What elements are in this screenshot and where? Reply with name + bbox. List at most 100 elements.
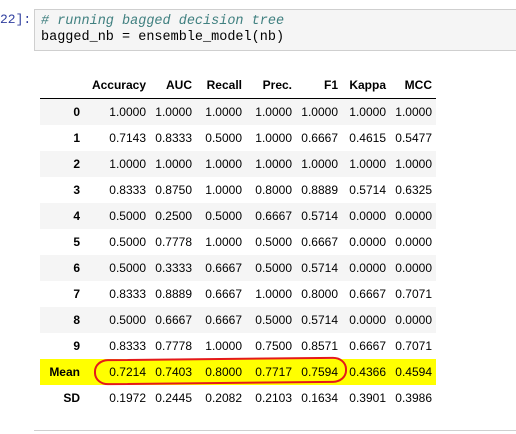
table-cell: 0.0000 [349,313,386,327]
table-cell: 0.5000 [255,261,292,275]
code-comment: # running bagged decision tree [41,14,285,29]
table-cell: 0.5000 [109,209,146,223]
table-cell: 0.8000 [196,359,246,385]
table-cell: 0.6667 [349,287,386,301]
table-cell: 0.1634 [301,391,338,405]
table-cell: 0.8889 [155,287,192,301]
row-index: 9 [73,339,80,353]
table-cell: 0.7778 [155,339,192,353]
table-cell: 0.8750 [155,183,192,197]
table-cell: 0.0000 [349,235,386,249]
table-row: Mean 0.7214 0.7403 0.8000 0.7717 0.7594 0.4366… [40,359,436,385]
row-index: 4 [73,209,80,223]
table-cell: 0.5000 [109,261,146,275]
code-cell[interactable]: # running bagged decision tree bagged_nb… [34,9,516,51]
column-header: AUC [150,72,196,99]
column-header: Recall [196,72,246,99]
table-cell: 0.5000 [255,313,292,327]
table-cell: 0.8333 [109,339,146,353]
column-header: F1 [296,72,342,99]
table-cell: 0.7594 [296,359,342,385]
table-cell: 1.0000 [395,157,432,171]
table-cell: 0.7071 [395,339,432,353]
table-cell: 0.3986 [395,391,432,405]
table-cell: 0.0000 [395,235,432,249]
table-cell: 0.8000 [301,287,338,301]
column-header: MCC [390,72,436,99]
table-cell: 1.0000 [255,131,292,145]
table-cell: 0.6667 [255,209,292,223]
table-cell: 0.8333 [155,131,192,145]
column-header: Kappa [342,72,390,99]
cell-prompt: 22]: [0,12,32,27]
table-cell: 0.4615 [349,131,386,145]
table-cell: 0.3333 [155,261,192,275]
table-cell: 1.0000 [205,339,242,353]
row-index: 6 [73,261,80,275]
table-cell: 0.2445 [155,391,192,405]
table-cell: 0.6667 [205,261,242,275]
row-index: 7 [73,287,80,301]
table-cell: 1.0000 [155,157,192,171]
table-cell: 0.0000 [395,261,432,275]
table-cell: 0.6667 [155,313,192,327]
table-cell: 0.7214 [84,359,150,385]
table-cell: 0.7778 [155,235,192,249]
table-row: 1 0.7143 0.8333 0.5000 1.0000 0.6667 0.4615 0.5… [40,125,436,151]
table-cell: 0.5000 [205,209,242,223]
table-cell: 1.0000 [255,157,292,171]
output-area: Accuracy AUC Recall Prec. F1 Kappa MCC 0 1.0000… [40,72,436,411]
table-cell: 0.6667 [349,339,386,353]
table-cell: 0.7143 [109,131,146,145]
table-cell: 0.2082 [205,391,242,405]
row-index: 1 [73,131,80,145]
table-cell: 0.7717 [246,359,296,385]
table-row: 9 0.8333 0.7778 1.0000 0.7500 0.8571 0.6667 0.7… [40,333,436,359]
table-cell: 0.0000 [349,261,386,275]
table-cell: 0.6667 [301,131,338,145]
table-cell: 0.8000 [255,183,292,197]
table-cell: 0.5714 [301,209,338,223]
table-cell: 0.5714 [301,313,338,327]
table-cell: 1.0000 [205,105,242,119]
table-row: 3 0.8333 0.8750 1.0000 0.8000 0.8889 0.5714 0.6… [40,177,436,203]
table-cell: 0.5000 [255,235,292,249]
column-header: Prec. [246,72,296,99]
table-row: 4 0.5000 0.2500 0.5000 0.6667 0.5714 0.0000 0.0… [40,203,436,229]
table-cell: 0.6667 [301,235,338,249]
row-index: Mean [40,359,84,385]
row-index: 2 [73,157,80,171]
row-index: SD [63,391,80,405]
results-table: Accuracy AUC Recall Prec. F1 Kappa MCC 0 1.0000… [40,72,436,411]
table-cell: 0.7071 [395,287,432,301]
table-cell: 1.0000 [301,105,338,119]
table-cell: 0.4366 [342,359,390,385]
table-cell: 0.8333 [109,287,146,301]
table-cell: 0.0000 [349,209,386,223]
table-cell: 0.3901 [349,391,386,405]
column-header-index [40,72,84,99]
column-header: Accuracy [84,72,150,99]
table-cell: 1.0000 [155,105,192,119]
table-row: SD 0.1972 0.2445 0.2082 0.2103 0.1634 0.3901 0.… [40,385,436,411]
table-cell: 0.6325 [395,183,432,197]
row-index: 3 [73,183,80,197]
table-row: 2 1.0000 1.0000 1.0000 1.0000 1.0000 1.0000 1.0… [40,151,436,177]
table-cell: 0.8889 [301,183,338,197]
table-cell: 0.4594 [390,359,436,385]
table-row: 7 0.8333 0.8889 0.6667 1.0000 0.8000 0.6667 0.7… [40,281,436,307]
row-index: 8 [73,313,80,327]
table-cell: 1.0000 [205,157,242,171]
table-cell: 1.0000 [349,157,386,171]
row-index: 5 [73,235,80,249]
table-cell: 1.0000 [109,157,146,171]
table-cell: 1.0000 [205,183,242,197]
table-cell: 1.0000 [109,105,146,119]
table-cell: 1.0000 [205,235,242,249]
table-cell: 1.0000 [255,105,292,119]
table-row: 6 0.5000 0.3333 0.6667 0.5000 0.5714 0.0000 0.0… [40,255,436,281]
table-cell: 0.5477 [395,131,432,145]
code-line: bagged_nb = ensemble_model(nb) [41,30,285,45]
table-cell: 0.7403 [150,359,196,385]
table-cell: 0.6667 [205,313,242,327]
